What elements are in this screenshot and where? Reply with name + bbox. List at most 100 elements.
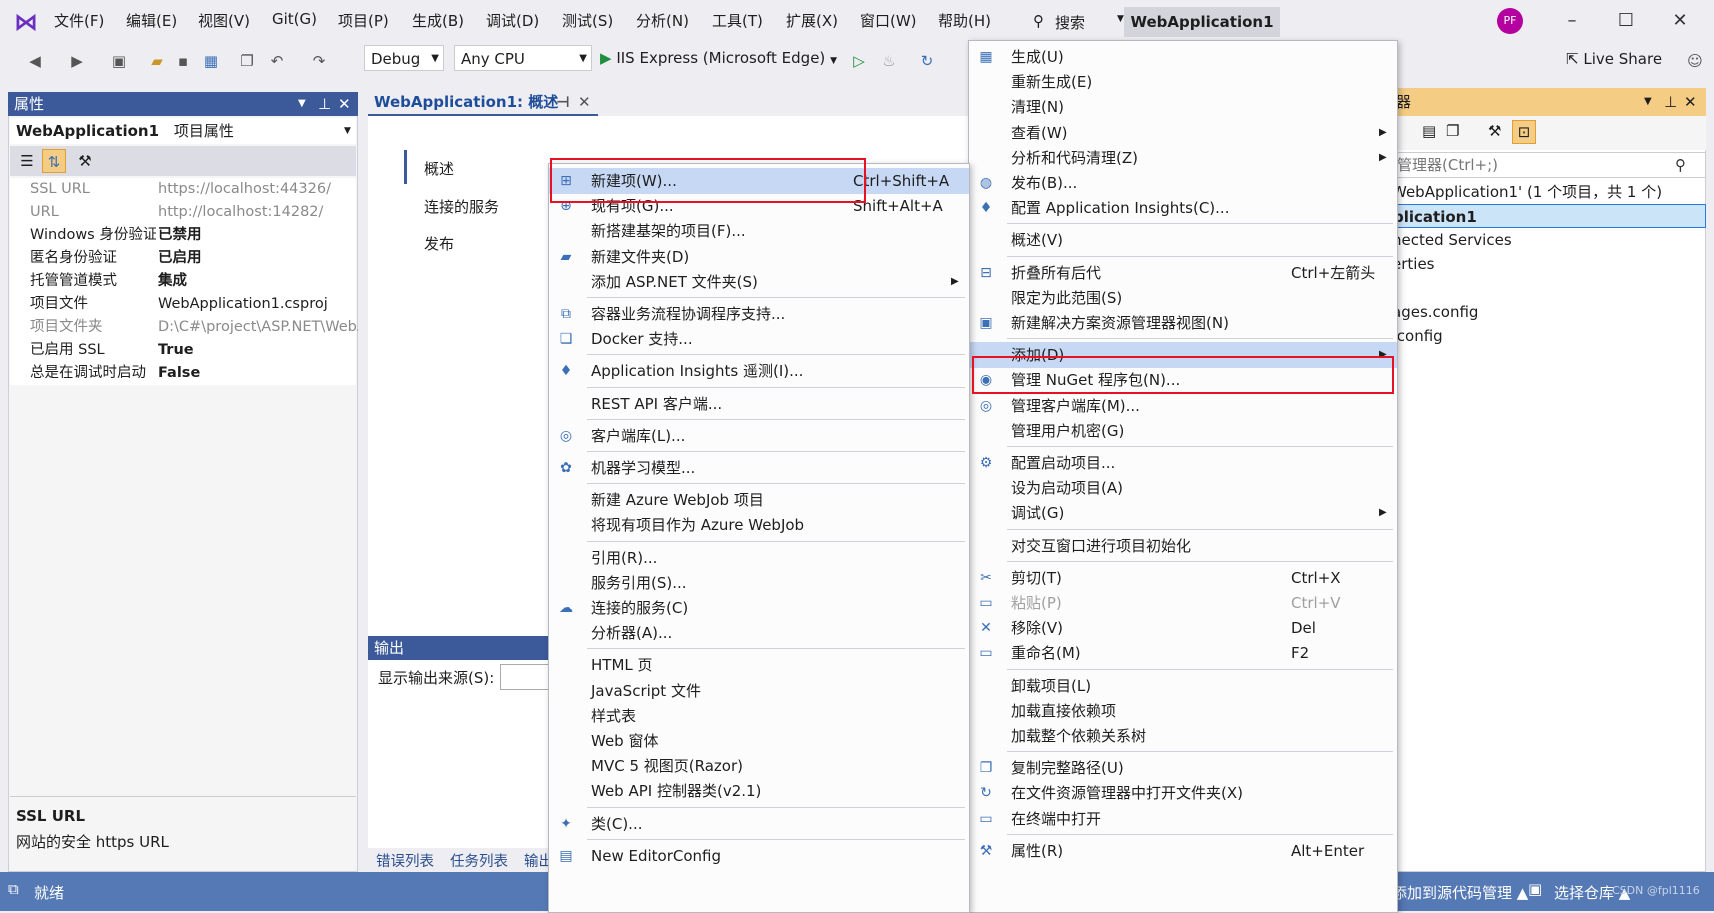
menu-item[interactable]: JavaScript 文件 bbox=[549, 678, 969, 704]
menu-item-3[interactable]: Git(G) bbox=[272, 10, 317, 28]
tree-item[interactable] bbox=[1392, 276, 1706, 300]
back-icon[interactable]: ◀ bbox=[24, 50, 46, 72]
property-row[interactable]: 匿名身份验证 已启用 bbox=[10, 247, 356, 270]
menu-item[interactable]: 服务引用(S)... bbox=[549, 570, 969, 596]
chevron-down-icon[interactable]: ▼ bbox=[298, 92, 306, 116]
tree-item[interactable]: .config bbox=[1392, 324, 1706, 348]
property-row[interactable]: 项目文件 WebApplication1.csproj bbox=[10, 293, 356, 316]
save-icon[interactable]: ▪ bbox=[172, 50, 194, 72]
menu-item-12[interactable]: 帮助(H) bbox=[938, 10, 991, 31]
tree-item[interactable]: plication1 bbox=[1392, 204, 1706, 228]
maximize-icon[interactable]: ☐ bbox=[1611, 8, 1641, 34]
property-row[interactable]: SSL URL https://localhost:44326/ bbox=[10, 178, 356, 201]
solution-explorer-search[interactable]: 管理器(Ctrl+;) ⚲ bbox=[1392, 152, 1706, 178]
wrench-icon[interactable]: ⚒ bbox=[74, 150, 96, 172]
nav-publish[interactable]: 发布 bbox=[424, 233, 454, 254]
menu-item[interactable]: 分析和代码清理(Z) ▶ bbox=[969, 145, 1397, 171]
menu-item[interactable]: ✦ 类(C)... bbox=[549, 811, 969, 837]
menu-item[interactable]: Web 窗体 bbox=[549, 728, 969, 754]
copy-icon[interactable]: ❐ bbox=[236, 50, 258, 72]
menu-item[interactable]: 添加(D) ▶ bbox=[969, 342, 1397, 369]
menu-item[interactable]: ✿ 机器学习模型... bbox=[549, 455, 969, 481]
menu-item[interactable]: ▦ 生成(U) bbox=[969, 44, 1397, 70]
property-row[interactable]: 托管管道模式 集成 bbox=[10, 270, 356, 293]
add-to-source-control-button[interactable]: 添加到源代码管理 ▲ bbox=[1392, 882, 1528, 903]
tree-item[interactable]: WebApplication1' (1 个项目，共 1 个) bbox=[1392, 180, 1706, 204]
property-row[interactable]: URL http://localhost:14282/ bbox=[10, 201, 356, 224]
refresh-icon[interactable]: ↻ bbox=[916, 50, 938, 72]
chevron-down-icon[interactable]: ▼ bbox=[1644, 88, 1652, 116]
open-folder-icon[interactable]: ▰ bbox=[146, 50, 168, 72]
pin-icon[interactable]: ⊥ bbox=[1664, 88, 1677, 116]
menu-item[interactable]: ▤ New EditorConfig bbox=[549, 843, 969, 869]
menu-item[interactable]: ♦ 配置 Application Insights(C)... bbox=[969, 195, 1397, 221]
menu-item[interactable]: 添加 ASP.NET 文件夹(S) ▶ bbox=[549, 269, 969, 295]
menu-item[interactable]: 概述(V) bbox=[969, 227, 1397, 253]
menu-item[interactable]: ⚒ 属性(R) Alt+Enter bbox=[969, 838, 1397, 864]
menu-item-7[interactable]: 测试(S) bbox=[562, 10, 613, 31]
menu-item[interactable]: ◍ 发布(B)... bbox=[969, 170, 1397, 196]
hot-reload-icon[interactable]: ♨ bbox=[878, 50, 900, 72]
menu-item[interactable]: HTML 页 bbox=[549, 652, 969, 678]
menu-item-1[interactable]: 编辑(E) bbox=[126, 10, 177, 31]
new-project-icon[interactable]: ▣ bbox=[108, 50, 130, 72]
document-tab[interactable]: WebApplication1: 概述 ⊣ ✕ bbox=[368, 90, 598, 116]
close-icon[interactable]: ✕ bbox=[1684, 88, 1697, 116]
close-icon[interactable]: ✕ bbox=[338, 92, 351, 116]
nav-overview[interactable]: 概述 bbox=[424, 158, 454, 179]
forward-icon[interactable]: ▶ bbox=[66, 50, 88, 72]
alphabetical-icon[interactable]: ⇅ bbox=[42, 149, 66, 173]
redo-icon[interactable]: ↷ bbox=[308, 50, 330, 72]
menu-item[interactable]: 查看(W) ▶ bbox=[969, 120, 1397, 146]
menu-item-8[interactable]: 分析(N) bbox=[636, 10, 689, 31]
tab-task-list[interactable]: 任务列表 bbox=[450, 850, 508, 871]
output-source-dropdown[interactable] bbox=[500, 664, 550, 690]
menu-item-9[interactable]: 工具(T) bbox=[712, 10, 763, 31]
menu-item[interactable]: REST API 客户端... bbox=[549, 391, 969, 417]
tree-item[interactable]: nected Services bbox=[1392, 228, 1706, 252]
properties-object-selector[interactable]: WebApplication1 项目属性 ▼ bbox=[10, 118, 356, 144]
menu-item-5[interactable]: 生成(B) bbox=[412, 10, 464, 31]
avatar[interactable]: PF bbox=[1497, 8, 1523, 34]
menu-item[interactable]: ▣ 新建解决方案资源管理器视图(N) bbox=[969, 310, 1397, 336]
menu-item[interactable]: ✂ 剪切(T) Ctrl+X bbox=[969, 565, 1397, 591]
undo-icon[interactable]: ↶ bbox=[266, 50, 288, 72]
live-share-button[interactable]: ⇱ Live Share bbox=[1566, 46, 1662, 72]
feedback-icon[interactable]: ☺ bbox=[1684, 50, 1706, 72]
menu-item[interactable]: ❏ Docker 支持... bbox=[549, 326, 969, 352]
menu-item[interactable]: ▭ 在终端中打开 bbox=[969, 806, 1397, 832]
menu-item[interactable]: ◉ 管理 NuGet 程序包(N)... bbox=[969, 367, 1397, 393]
menu-item-6[interactable]: 调试(D) bbox=[486, 10, 539, 31]
menu-item[interactable]: ♦ Application Insights 遥测(I)... bbox=[549, 358, 969, 384]
menu-item-11[interactable]: 窗口(W) bbox=[860, 10, 917, 31]
menu-item[interactable]: 分析器(A)... bbox=[549, 620, 969, 646]
menu-item[interactable]: 设为启动项目(A) bbox=[969, 475, 1397, 501]
menu-item[interactable]: 对交互窗口进行项目初始化 bbox=[969, 533, 1397, 559]
pin-icon[interactable]: ⊣ bbox=[556, 90, 570, 114]
nav-connected-services[interactable]: 连接的服务 bbox=[424, 196, 499, 217]
menu-item[interactable]: ▭ 重命名(M) F2 bbox=[969, 640, 1397, 666]
start-without-debug-icon[interactable]: ▷ bbox=[848, 50, 870, 72]
menu-item[interactable]: Web API 控制器类(v2.1) bbox=[549, 778, 969, 804]
search-box[interactable]: ⚲ 搜索 ▼ bbox=[1028, 8, 1138, 36]
menu-item[interactable]: ⊞ 新建项(W)... Ctrl+Shift+A bbox=[549, 168, 969, 194]
menu-item[interactable]: ⧉ 容器业务流程协调程序支持... bbox=[549, 301, 969, 327]
menu-item-2[interactable]: 视图(V) bbox=[198, 10, 250, 31]
run-button[interactable]: ▶ IIS Express (Microsoft Edge) ▼ bbox=[600, 45, 837, 71]
menu-item-4[interactable]: 项目(P) bbox=[338, 10, 389, 31]
close-icon[interactable]: ✕ bbox=[1665, 8, 1695, 34]
menu-item[interactable]: ☁ 连接的服务(C) bbox=[549, 595, 969, 621]
menu-item[interactable]: 卸载项目(L) bbox=[969, 673, 1397, 699]
property-row[interactable]: 总是在调试时启动 False bbox=[10, 362, 356, 385]
menu-item[interactable]: 将现有项目作为 Azure WebJob bbox=[549, 512, 969, 538]
menu-item[interactable]: 引用(R)... bbox=[549, 545, 969, 571]
menu-item[interactable]: ◎ 客户端库(L)... bbox=[549, 423, 969, 449]
menu-item[interactable]: 调试(G) ▶ bbox=[969, 500, 1397, 526]
close-icon[interactable]: ✕ bbox=[578, 90, 591, 114]
configuration-dropdown[interactable]: Debug ▼ bbox=[364, 45, 444, 71]
tree-item[interactable]: erties bbox=[1392, 252, 1706, 276]
menu-item[interactable]: 加载整个依赖关系树 bbox=[969, 723, 1397, 749]
menu-item[interactable]: 新搭建基架的项目(F)... bbox=[549, 218, 969, 244]
menu-item[interactable]: 样式表 bbox=[549, 703, 969, 729]
menu-item-0[interactable]: 文件(F) bbox=[54, 10, 104, 31]
